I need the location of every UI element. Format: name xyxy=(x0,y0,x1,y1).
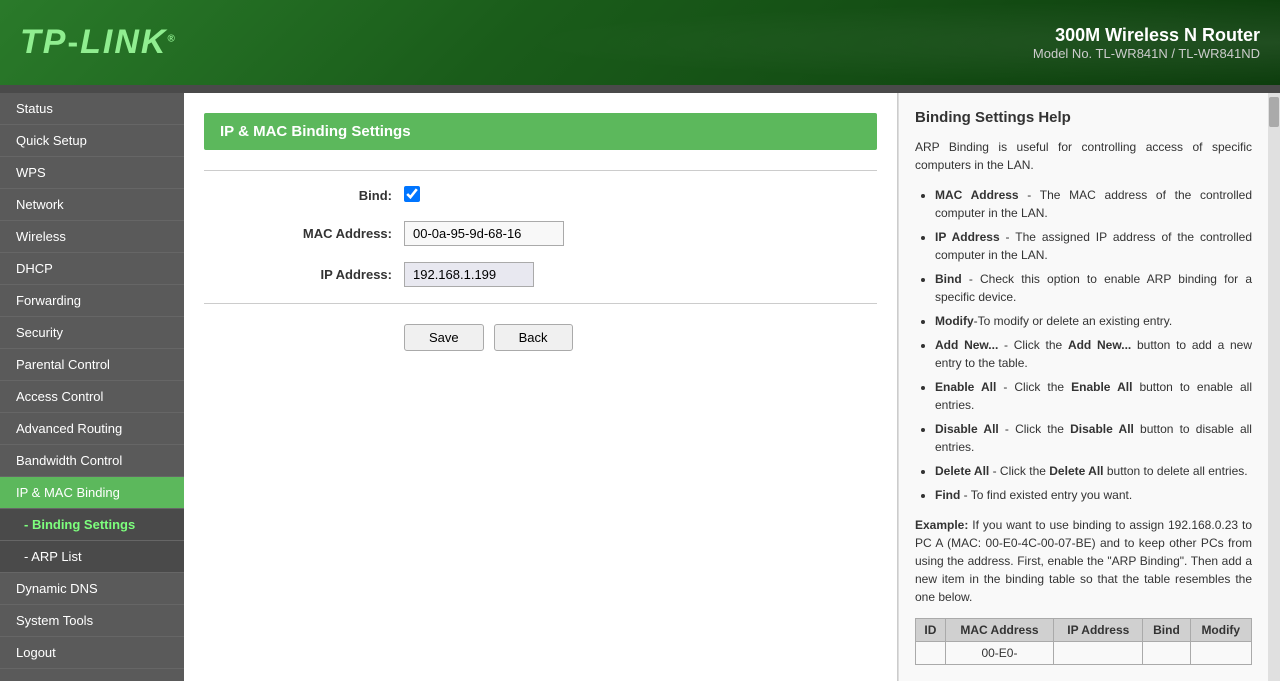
help-title: Binding Settings Help xyxy=(915,109,1252,126)
scroll-thumb[interactable] xyxy=(1269,97,1279,127)
sidebar-item-ip-mac-binding[interactable]: IP & MAC Binding xyxy=(0,477,184,509)
cell-id xyxy=(916,642,946,665)
top-divider xyxy=(204,170,877,171)
sidebar-item-security[interactable]: Security xyxy=(0,317,184,349)
list-item: Modify-To modify or delete an existing e… xyxy=(935,312,1252,330)
col-modify: Modify xyxy=(1190,619,1251,642)
section-title: IP & MAC Binding Settings xyxy=(204,113,877,150)
example-table: ID MAC Address IP Address Bind Modify 00… xyxy=(915,618,1252,665)
sidebar-item-advanced-routing[interactable]: Advanced Routing xyxy=(0,413,184,445)
sidebar-item-system-tools[interactable]: System Tools xyxy=(0,605,184,637)
bottom-divider xyxy=(204,303,877,304)
sidebar-item-quick-setup[interactable]: Quick Setup xyxy=(0,125,184,157)
sidebar-item-wireless[interactable]: Wireless xyxy=(0,221,184,253)
nav-bar xyxy=(0,85,1280,93)
list-item: Enable All - Click the Enable All button… xyxy=(935,378,1252,414)
sidebar-item-parental-control[interactable]: Parental Control xyxy=(0,349,184,381)
sidebar-item-dhcp[interactable]: DHCP xyxy=(0,253,184,285)
sidebar-item-dynamic-dns[interactable]: Dynamic DNS xyxy=(0,573,184,605)
save-button[interactable]: Save xyxy=(404,324,484,351)
cell-modify xyxy=(1190,642,1251,665)
header: TP-LINK® 300M Wireless N Router Model No… xyxy=(0,0,1280,85)
cell-bind xyxy=(1143,642,1190,665)
col-id: ID xyxy=(916,619,946,642)
bind-row: Bind: xyxy=(204,186,877,205)
list-item: MAC Address - The MAC address of the con… xyxy=(935,186,1252,222)
sidebar: Status Quick Setup WPS Network Wireless … xyxy=(0,93,184,681)
help-panel: Binding Settings Help ARP Binding is use… xyxy=(898,93,1268,681)
list-item: Delete All - Click the Delete All button… xyxy=(935,462,1252,480)
list-item: Find - To find existed entry you want. xyxy=(935,486,1252,504)
sidebar-item-logout[interactable]: Logout xyxy=(0,637,184,669)
col-bind: Bind xyxy=(1143,619,1190,642)
bind-label: Bind: xyxy=(204,188,404,203)
scrollbar[interactable] xyxy=(1268,93,1280,681)
sidebar-item-binding-settings[interactable]: - Binding Settings xyxy=(0,509,184,541)
help-example: Example: If you want to use binding to a… xyxy=(915,516,1252,606)
mac-value xyxy=(404,221,564,246)
main-layout: Status Quick Setup WPS Network Wireless … xyxy=(0,93,1280,681)
list-item: IP Address - The assigned IP address of … xyxy=(935,228,1252,264)
back-button[interactable]: Back xyxy=(494,324,573,351)
list-item: Bind - Check this option to enable ARP b… xyxy=(935,270,1252,306)
col-ip: IP Address xyxy=(1054,619,1143,642)
sidebar-item-bandwidth-control[interactable]: Bandwidth Control xyxy=(0,445,184,477)
ip-value xyxy=(404,262,534,287)
model-number: Model No. TL-WR841N / TL-WR841ND xyxy=(1033,46,1260,61)
table-row: 00-E0- xyxy=(916,642,1252,665)
logo: TP-LINK® xyxy=(20,23,177,62)
col-mac: MAC Address xyxy=(945,619,1053,642)
ip-input[interactable] xyxy=(404,262,534,287)
sidebar-item-wps[interactable]: WPS xyxy=(0,157,184,189)
list-item: Disable All - Click the Disable All butt… xyxy=(935,420,1252,456)
sidebar-item-forwarding[interactable]: Forwarding xyxy=(0,285,184,317)
sidebar-item-status[interactable]: Status xyxy=(0,93,184,125)
bind-checkbox[interactable] xyxy=(404,186,420,202)
ip-row: IP Address: xyxy=(204,262,877,287)
main-content: IP & MAC Binding Settings Bind: MAC Addr… xyxy=(184,93,898,681)
product-name: 300M Wireless N Router xyxy=(1033,25,1260,46)
bind-value xyxy=(404,186,420,205)
header-info: 300M Wireless N Router Model No. TL-WR84… xyxy=(1033,25,1260,61)
help-intro: ARP Binding is useful for controlling ac… xyxy=(915,138,1252,174)
mac-label: MAC Address: xyxy=(204,226,404,241)
mac-input[interactable] xyxy=(404,221,564,246)
cell-ip xyxy=(1054,642,1143,665)
list-item: Add New... - Click the Add New... button… xyxy=(935,336,1252,372)
mac-row: MAC Address: xyxy=(204,221,877,246)
help-list: MAC Address - The MAC address of the con… xyxy=(915,186,1252,504)
sidebar-item-arp-list[interactable]: - ARP List xyxy=(0,541,184,573)
button-row: Save Back xyxy=(404,324,877,351)
sidebar-item-network[interactable]: Network xyxy=(0,189,184,221)
ip-label: IP Address: xyxy=(204,267,404,282)
cell-mac: 00-E0- xyxy=(945,642,1053,665)
sidebar-item-access-control[interactable]: Access Control xyxy=(0,381,184,413)
